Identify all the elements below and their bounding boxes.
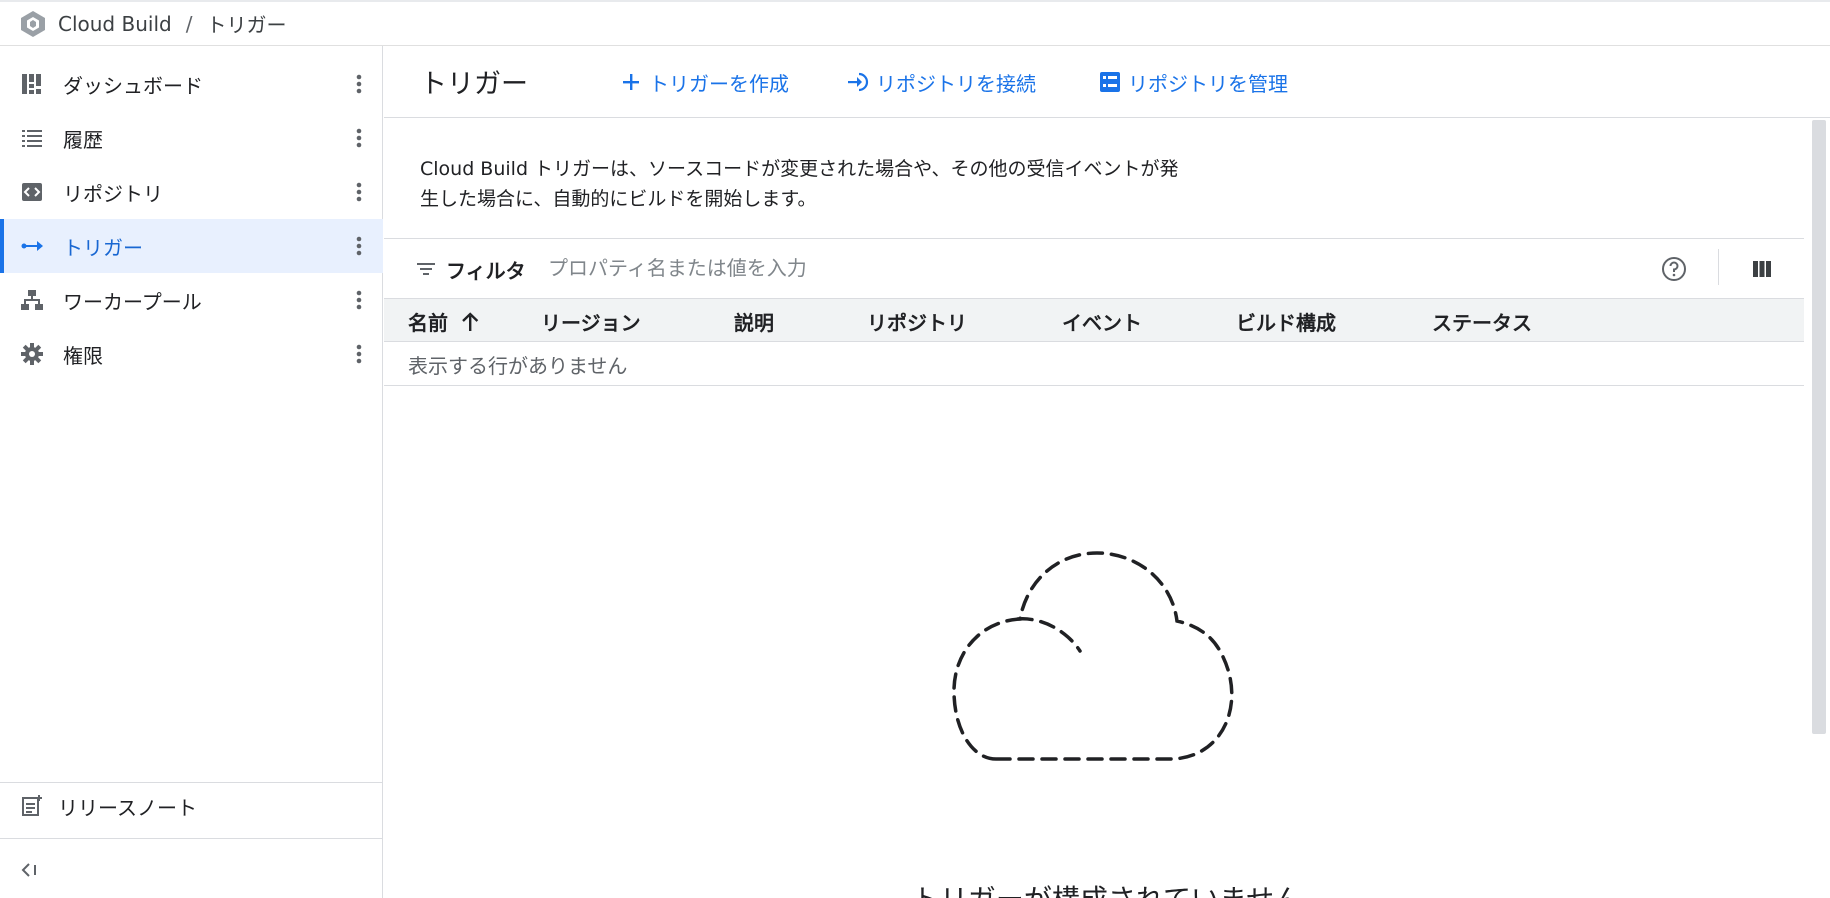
table-header: 名前 リージョン 説明 リポジトリ イベント ビルド構成 ステータス (384, 298, 1804, 342)
sidebar-item-label: リポジトリ (63, 181, 163, 206)
trigger-arrow-icon (21, 241, 43, 251)
column-header-name[interactable]: 名前 (408, 307, 482, 336)
column-header-status[interactable]: ステータス (1432, 307, 1532, 336)
filter-icon (417, 263, 435, 275)
more-vert-icon[interactable] (349, 234, 369, 258)
toolbar-divider (1718, 249, 1719, 285)
table-empty-text: 表示する行がありません (408, 354, 628, 378)
scrollbar[interactable] (1812, 120, 1826, 734)
column-display-icon[interactable] (1750, 257, 1774, 281)
filter-bar: フィルタ (384, 238, 1804, 298)
connect-repository-button[interactable]: リポジトリを接続 (846, 66, 1036, 98)
column-header-event[interactable]: イベント (1062, 307, 1142, 336)
column-header-repository[interactable]: リポジトリ (867, 307, 967, 336)
worker-pool-icon (21, 290, 43, 310)
breadcrumb-separator: / (185, 11, 193, 36)
sidebar-item-repositories[interactable]: リポジトリ (0, 165, 383, 219)
create-trigger-label: トリガーを作成 (649, 71, 789, 96)
collapse-sidebar-icon[interactable] (18, 858, 42, 882)
more-vert-icon[interactable] (349, 126, 369, 150)
column-header-label: イベント (1062, 311, 1142, 335)
sidebar-item-label: ダッシュボード (63, 73, 203, 98)
column-header-label: 名前 (408, 311, 448, 335)
manage-repositories-button[interactable]: リポジトリを管理 (1098, 66, 1288, 98)
top-bar: Cloud Build / トリガー (0, 0, 1830, 46)
filter-input[interactable] (548, 251, 1448, 285)
sidebar-item-release-notes[interactable]: リリースノート (0, 782, 383, 832)
dashboard-icon (22, 74, 41, 94)
page-description: Cloud Build トリガーは、ソースコードが変更された場合や、その他の受信… (420, 158, 1179, 210)
manage-repositories-label: リポジトリを管理 (1128, 71, 1288, 96)
sidebar-item-label: リリースノート (58, 796, 197, 820)
cloud-illustration-icon (952, 551, 1234, 761)
filter-label: フィルタ (446, 259, 526, 283)
empty-state-message: トリガーが構成されていません (384, 878, 1830, 898)
column-header-region[interactable]: リージョン (541, 307, 641, 336)
sidebar-item-dashboard[interactable]: ダッシュボード (0, 57, 383, 111)
more-vert-icon[interactable] (349, 342, 369, 366)
column-header-label: ステータス (1432, 311, 1532, 335)
column-header-label: 説明 (734, 311, 774, 335)
add-icon (623, 74, 639, 90)
breadcrumb-product[interactable]: Cloud Build (58, 12, 172, 36)
sidebar-item-label: ワーカープール (63, 289, 202, 314)
column-header-description[interactable]: 説明 (734, 307, 774, 336)
sidebar-item-label: 履歴 (63, 127, 103, 152)
page-header: トリガー トリガーを作成 リポジトリを接続 リポジトリを管理 (384, 46, 1830, 118)
sidebar-item-label: 権限 (63, 343, 103, 368)
column-header-build-config[interactable]: ビルド構成 (1236, 307, 1336, 336)
column-header-label: リージョン (541, 311, 641, 335)
column-header-label: リポジトリ (867, 311, 967, 335)
code-icon (22, 183, 42, 201)
sidebar-item-triggers[interactable]: トリガー (0, 219, 383, 273)
more-vert-icon[interactable] (349, 180, 369, 204)
connect-repository-label: リポジトリを接続 (876, 71, 1036, 96)
breadcrumb-page: トリガー (206, 13, 287, 37)
create-trigger-button[interactable]: トリガーを作成 (619, 66, 789, 98)
release-notes-icon (22, 795, 42, 816)
sidebar-divider (0, 838, 383, 839)
sidebar: ダッシュボード 履歴 リポジトリ トリガー ワーカープール 権限 リリースノート (0, 46, 383, 898)
gear-icon (21, 343, 43, 365)
sidebar-item-worker-pools[interactable]: ワーカープール (0, 273, 383, 327)
column-header-label: ビルド構成 (1236, 311, 1336, 335)
sidebar-item-label: トリガー (63, 235, 143, 260)
help-icon[interactable] (1661, 256, 1687, 282)
sidebar-item-permissions[interactable]: 権限 (0, 327, 383, 381)
manage-repos-icon (1100, 72, 1120, 92)
main-content: トリガー トリガーを作成 リポジトリを接続 リポジトリを管理 Cloud Bui… (384, 46, 1830, 898)
cloud-build-logo-icon (21, 10, 45, 37)
page-title: トリガー (420, 69, 528, 100)
sidebar-item-history[interactable]: 履歴 (0, 111, 383, 165)
list-icon (22, 130, 42, 147)
more-vert-icon[interactable] (349, 72, 369, 96)
arrow-up-icon (462, 311, 479, 331)
more-vert-icon[interactable] (349, 288, 369, 312)
connect-icon (848, 72, 869, 92)
table-empty-row: 表示する行がありません (384, 342, 1804, 386)
